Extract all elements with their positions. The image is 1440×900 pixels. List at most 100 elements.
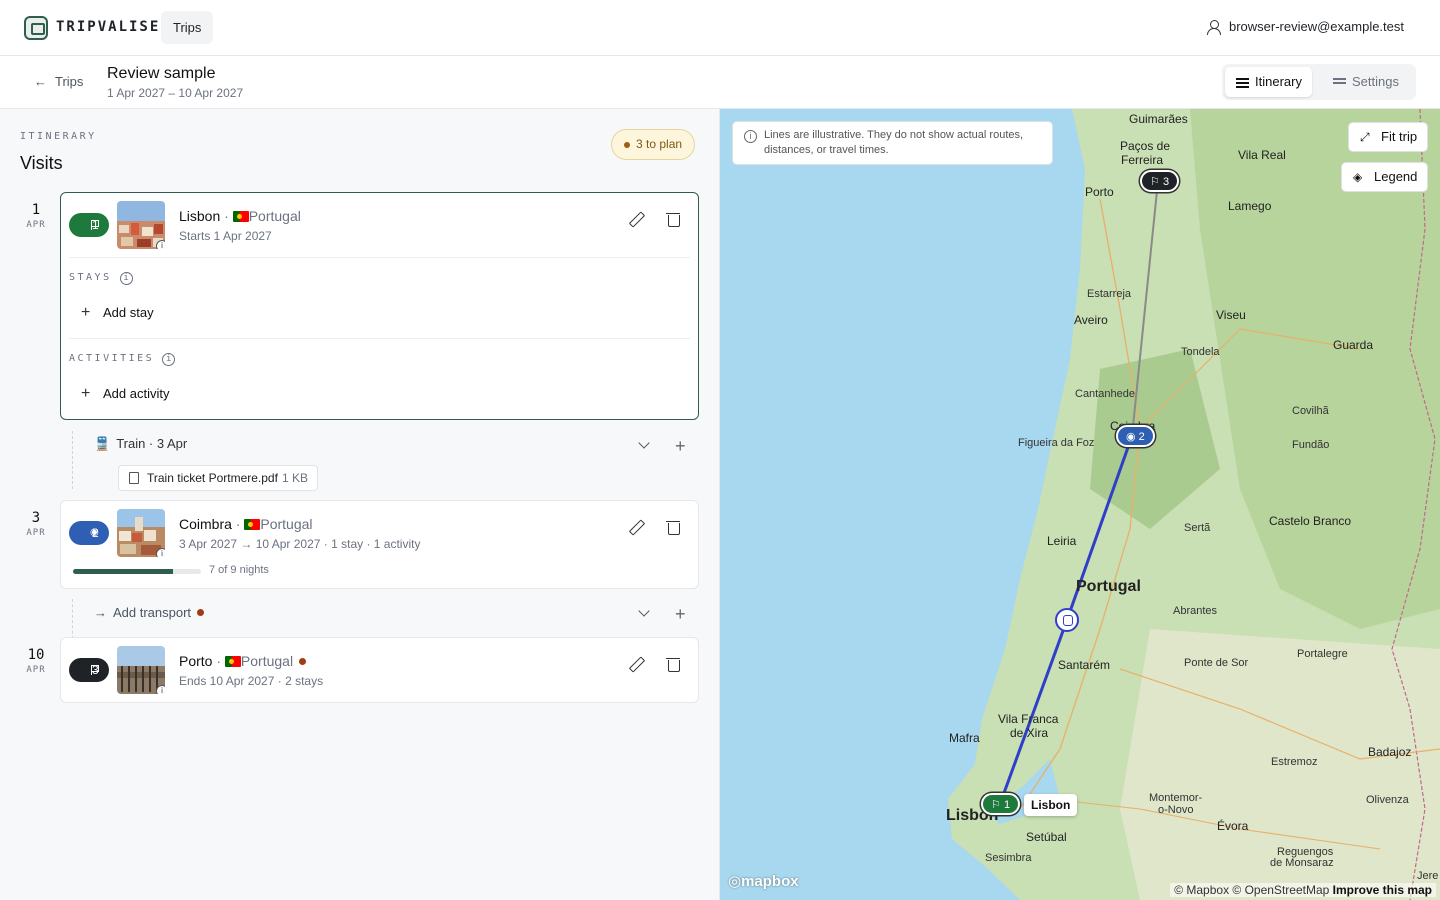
info-icon[interactable]: i — [162, 353, 176, 366]
divider — [69, 257, 690, 258]
add-transport-row[interactable]: → Add transport — [94, 605, 205, 620]
file-size: 1 KB — [281, 471, 308, 485]
chevron-down-icon[interactable] — [638, 605, 650, 617]
transport-label: Train · 3 Apr — [116, 436, 188, 451]
map-canvas[interactable] — [720, 109, 1440, 900]
plus-icon: + — [81, 385, 91, 402]
map-label-estremoz: Estremoz — [1271, 756, 1318, 768]
info-icon: i — [744, 130, 757, 143]
trash-icon[interactable] — [665, 656, 681, 672]
day-month: APR — [26, 528, 46, 538]
visit-card-porto[interactable]: 3 i Porto · Portugal Ends 10 Apr 2027 · … — [60, 637, 699, 703]
app-logo-icon[interactable] — [24, 16, 48, 40]
back-to-trips-link[interactable]: ← Trips — [34, 74, 83, 89]
timeline-connector — [72, 431, 73, 489]
map-label-badajoz: Badajoz — [1368, 745, 1412, 759]
map-pin-lisbon[interactable]: ⚐ 1 — [981, 793, 1021, 815]
trash-icon[interactable] — [665, 519, 681, 535]
user-menu[interactable]: browser-review@example.test — [1206, 19, 1404, 35]
activities-label: ACTIVITIES i — [69, 353, 176, 366]
visit-card-coimbra[interactable]: ◉ 2 i Coimbra · Portugal 3 Apr 2027 → 10 … — [60, 500, 699, 589]
city-photo[interactable]: i — [117, 509, 165, 557]
map-label-guimaraes: Guimarães — [1129, 112, 1188, 126]
map-label-serta: Sertã — [1184, 522, 1211, 534]
portugal-flag-icon — [224, 656, 241, 667]
info-icon[interactable]: i — [156, 240, 165, 249]
visit-subtitle: Ends 10 Apr 2027 · 2 stays — [179, 674, 324, 688]
map-label-olivenza: Olivenza — [1366, 794, 1409, 806]
map-label-fundao: Fundão — [1292, 439, 1330, 451]
trip-dates: 1 Apr 2027 – 10 Apr 2027 — [107, 86, 244, 100]
nights-progress-fill — [73, 569, 173, 574]
brand-name[interactable]: TRIPVALISE — [56, 19, 160, 35]
add-transport-item-button[interactable]: + — [675, 605, 686, 623]
city-name: Porto — [179, 653, 213, 669]
trip-title: Review sample — [107, 65, 216, 82]
tab-itinerary[interactable]: Itinerary — [1225, 67, 1312, 97]
info-icon[interactable]: i — [156, 548, 165, 557]
city-photo[interactable]: i — [117, 646, 165, 694]
map-label-viseu: Viseu — [1216, 308, 1246, 322]
visit-badge: 1 — [69, 213, 109, 237]
stays-label-text: STAYS — [69, 272, 112, 283]
edit-icon[interactable] — [628, 211, 644, 227]
divider — [69, 338, 690, 339]
map-label-ferreira: Ferreira — [1121, 153, 1164, 167]
visit-subtitle: Starts 1 Apr 2027 — [179, 229, 272, 243]
chevron-down-icon[interactable] — [638, 437, 650, 449]
edit-icon[interactable] — [628, 519, 644, 535]
add-activity-label: Add activity — [103, 386, 170, 401]
train-route-icon[interactable] — [1055, 608, 1079, 632]
visit-card-lisbon[interactable]: 1 i Lisbon · Portugal Starts 1 Apr 2027 … — [60, 192, 699, 420]
flag-icon: ⚐ — [991, 799, 1001, 811]
map-pin-porto[interactable]: ⚐ 3 — [1140, 170, 1180, 192]
add-activity-button[interactable]: + Add activity — [81, 385, 169, 403]
improve-map-link[interactable]: Improve this map — [1333, 883, 1432, 897]
map-label-figueira: Figueira da Foz — [1018, 437, 1095, 449]
map-label-abrantes: Abrantes — [1173, 605, 1218, 617]
map-label-estarreja: Estarreja — [1087, 288, 1132, 300]
view-switcher: Itinerary Settings — [1222, 64, 1416, 100]
fit-trip-label: Fit trip — [1381, 129, 1418, 144]
transport-row[interactable]: 🚆 Train · 3 Apr — [94, 436, 187, 452]
tab-settings-label: Settings — [1352, 74, 1399, 89]
section-label: ITINERARY — [20, 131, 97, 142]
attachment-chip[interactable]: Train ticket Portmere.pdf 1 KB — [118, 465, 318, 491]
mapbox-logo[interactable]: ◎mapbox — [728, 872, 799, 890]
city-name: Lisbon — [179, 208, 221, 224]
day-number: 1 — [31, 202, 41, 218]
legend-button[interactable]: ◈ Legend — [1341, 162, 1429, 192]
map-label-pacos: Paços de — [1120, 139, 1171, 153]
add-transport-item-button[interactable]: + — [675, 437, 686, 455]
portugal-flag-icon — [232, 211, 249, 222]
selected-city-label[interactable]: Lisbon — [1024, 794, 1078, 816]
map-attribution[interactable]: © Mapbox © OpenStreetMap Improve this ma… — [1170, 883, 1436, 897]
map-label-castelo-branco: Castelo Branco — [1269, 514, 1352, 528]
nights-label: 7 of 9 nights — [209, 564, 269, 576]
attribution-text[interactable]: © Mapbox © OpenStreetMap — [1174, 883, 1329, 897]
nav-tab-trips[interactable]: Trips — [161, 11, 214, 44]
add-stay-button[interactable]: + Add stay — [81, 304, 154, 322]
map-label-porto: Porto — [1085, 185, 1114, 199]
itinerary-panel: ITINERARY Visits 3 to plan 1 APR 1 i Lis… — [0, 109, 720, 900]
trip-map[interactable]: i Lines are illustrative. They do not sh… — [720, 109, 1440, 900]
flag-icon — [91, 220, 99, 230]
flag-icon: ⚐ — [1150, 176, 1160, 188]
city-photo[interactable]: i — [117, 201, 165, 249]
info-icon[interactable]: i — [119, 272, 133, 285]
day-marker: 10 APR — [19, 647, 53, 675]
trash-icon[interactable] — [665, 211, 681, 227]
user-email: browser-review@example.test — [1228, 19, 1404, 34]
day-marker: 1 APR — [19, 202, 53, 230]
sliders-icon — [1236, 76, 1249, 88]
map-label-setubal: Setúbal — [1026, 830, 1067, 844]
map-label-mafra: Mafra — [949, 731, 980, 745]
fit-trip-button[interactable]: ⤢ Fit trip — [1348, 122, 1429, 152]
tab-settings[interactable]: Settings — [1322, 67, 1409, 97]
to-plan-badge[interactable]: 3 to plan — [611, 129, 696, 160]
map-pin-coimbra[interactable]: ◉ 2 — [1116, 425, 1155, 447]
edit-icon[interactable] — [628, 656, 644, 672]
info-icon[interactable]: i — [156, 685, 165, 694]
day-marker: 3 APR — [19, 510, 53, 538]
map-label-vila-real: Vila Real — [1238, 148, 1286, 162]
